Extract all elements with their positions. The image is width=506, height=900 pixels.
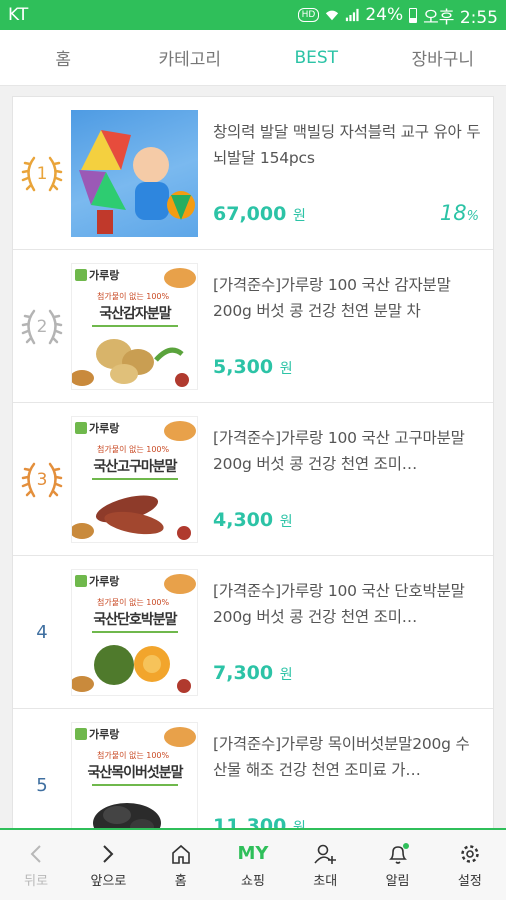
product-item[interactable]: 1 창의력 발달 맥빌딩 자석블럭 교구 유아 두뇌발달 154pcs 67,0… [13, 97, 493, 250]
home-button[interactable]: 홈 [145, 830, 217, 900]
rank-badge: 1 [13, 97, 71, 250]
product-price: 4,300 원 [213, 509, 293, 531]
clock: 오후 2:55 [423, 7, 498, 28]
product-price: 7,300 원 [213, 662, 293, 684]
shopping-label: 쇼핑 [241, 873, 265, 889]
product-title[interactable]: [가격준수]가루랑 100 국산 단호박분말200g 버섯 콩 건강 천연 조미… [213, 578, 481, 630]
product-title[interactable]: [가격준수]가루랑 100 국산 고구마분말200g 버섯 콩 건강 천연 조미… [213, 425, 481, 477]
product-item[interactable]: 5 가루랑 첨가물이 없는 100% 국산목이버섯분말 [가격준수]가루랑 목이… [13, 709, 493, 830]
product-item[interactable]: 2 가루랑 첨가물이 없는 100% 국산감자분말 [가격준수]가루랑 100 … [13, 250, 493, 403]
product-item[interactable]: 3 가루랑 첨가물이 없는 100% 국산고구마분말 [가격준수]가루랑 100… [13, 403, 493, 556]
tab-category[interactable]: 카테고리 [127, 45, 254, 70]
battery-icon [409, 7, 418, 23]
my-icon: MY [237, 843, 269, 864]
tab-cart[interactable]: 장바구니 [380, 45, 506, 70]
settings-label: 설정 [457, 873, 482, 889]
rank-badge: 5 [13, 709, 71, 830]
tab-home[interactable]: 홈 [0, 45, 127, 70]
gold-laurel-icon: 1 [20, 152, 64, 196]
product-image[interactable]: 가루랑 첨가물이 없는 100% 국산감자분말 [71, 263, 198, 390]
price-value: 5,300 [213, 356, 274, 378]
status-bar: KT HD 24% 오후 2:55 [0, 0, 506, 30]
hd-voice-icon: HD [297, 8, 320, 22]
pumpkin-image [72, 574, 196, 693]
rank-badge: 3 [13, 403, 71, 556]
product-item[interactable]: 4 가루랑 첨가물이 없는 100% 국산단호박분말 [가격준수]가루랑 100… [13, 556, 493, 709]
bell-icon [386, 842, 410, 866]
invite-button[interactable]: 초대 [289, 830, 361, 900]
product-image[interactable] [71, 110, 198, 237]
price-currency: 원 [279, 667, 293, 683]
back-label: 뒤로 [24, 873, 49, 889]
bottom-navigation: 뒤로 앞으로 홈 MY 쇼핑 초대 알림 설정 [0, 828, 506, 900]
notifications-button[interactable]: 알림 [361, 830, 433, 900]
forward-arrow-icon [98, 842, 118, 866]
product-image[interactable]: 가루랑 첨가물이 없는 100% 국산목이버섯분말 [71, 722, 198, 830]
battery-percent: 24% [365, 5, 404, 25]
home-icon [170, 842, 192, 866]
invite-label: 초대 [313, 873, 338, 889]
product-title[interactable]: [가격준수]가루랑 목이버섯분말200g 수산물 해조 건강 천연 조미료 가… [213, 731, 481, 783]
product-price: 5,300 원 [213, 356, 293, 378]
home-label: 홈 [174, 873, 187, 889]
tab-best[interactable]: BEST [253, 48, 380, 68]
carrier-label: KT [8, 5, 29, 25]
price-currency: 원 [292, 208, 306, 224]
forward-button[interactable]: 앞으로 [72, 830, 144, 900]
forward-label: 앞으로 [90, 873, 127, 889]
wood-ear-mushroom-image [93, 727, 196, 830]
potato-image [72, 268, 196, 387]
product-price: 67,000 원 [213, 203, 306, 225]
rank-number: 3 [36, 469, 48, 490]
price-value: 67,000 [213, 203, 287, 225]
sweet-potato-image [72, 421, 196, 540]
invite-user-icon [313, 842, 337, 866]
price-value: 4,300 [213, 509, 274, 531]
product-image[interactable]: 가루랑 첨가물이 없는 100% 국산단호박분말 [71, 569, 198, 696]
status-indicators: HD 24% 오후 2:55 [297, 3, 498, 28]
rank-badge: 4 [13, 556, 71, 709]
product-title[interactable]: [가격준수]가루랑 100 국산 감자분말200g 버섯 콩 건강 천연 분말 … [213, 272, 481, 324]
back-arrow-icon [26, 842, 46, 866]
rank-badge: 2 [13, 250, 71, 403]
rank-number: 2 [36, 316, 48, 337]
discount-unit: % [466, 209, 479, 224]
rank-number: 5 [36, 775, 48, 796]
rank-number: 1 [36, 163, 48, 184]
top-tabs: 홈 카테고리 BEST 장바구니 [0, 30, 506, 86]
signal-icon [346, 8, 359, 22]
price-currency: 원 [279, 514, 293, 530]
product-image[interactable]: 가루랑 첨가물이 없는 100% 국산고구마분말 [71, 416, 198, 543]
my-shopping-button[interactable]: MY 쇼핑 [217, 830, 289, 900]
gear-icon [459, 842, 481, 866]
notifications-label: 알림 [385, 873, 410, 889]
discount-value: 18 [439, 201, 467, 225]
product-title[interactable]: 창의력 발달 맥빌딩 자석블럭 교구 유아 두뇌발달 154pcs [213, 119, 481, 171]
price-value: 7,300 [213, 662, 274, 684]
settings-button[interactable]: 설정 [434, 830, 506, 900]
silver-laurel-icon: 2 [20, 305, 64, 349]
discount-rate: 18% [440, 201, 479, 225]
magnetic-blocks-toy-image [79, 130, 195, 234]
back-button[interactable]: 뒤로 [0, 830, 72, 900]
price-currency: 원 [279, 361, 293, 377]
bronze-laurel-icon: 3 [20, 458, 64, 502]
best-product-list: 1 창의력 발달 맥빌딩 자석블럭 교구 유아 두뇌발달 154pcs 67,0… [12, 96, 494, 831]
rank-number: 4 [36, 622, 48, 643]
wifi-icon [326, 10, 339, 21]
